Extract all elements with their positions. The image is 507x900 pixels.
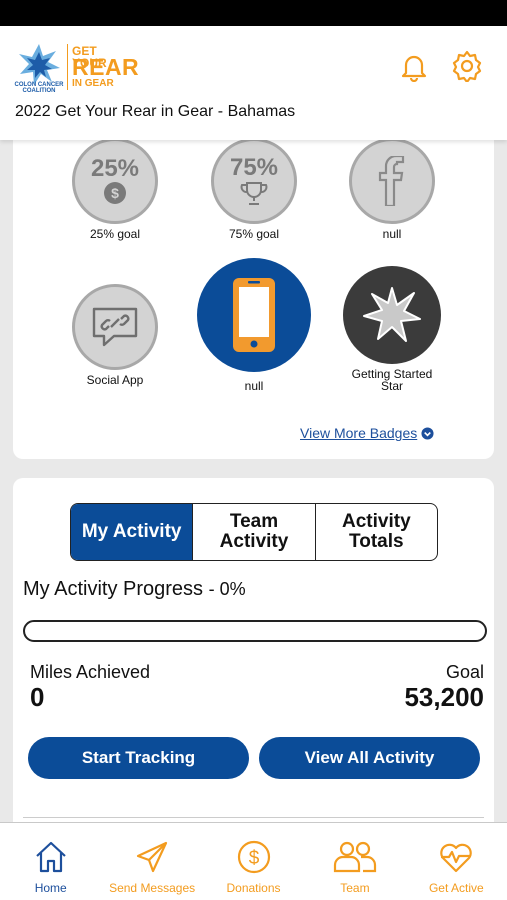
tab-my-activity[interactable]: My Activity: [71, 504, 193, 560]
miles-achieved-label: Miles Achieved: [30, 662, 151, 682]
svg-text:$: $: [248, 848, 259, 869]
badge-facebook[interactable]: null: [332, 138, 452, 240]
heart-pulse-icon: [440, 843, 473, 873]
smartphone-icon: [233, 278, 275, 352]
badge-circle: 25% $: [72, 138, 158, 224]
badge-label: 25% goal: [89, 227, 141, 241]
tab-send-messages[interactable]: Send Messages: [101, 823, 202, 900]
coalition-logo-text: COLON CANCER COALITION: [14, 82, 64, 94]
tab-team-activity[interactable]: Team Activity: [192, 504, 314, 560]
tab-home[interactable]: Home: [0, 823, 101, 900]
tab-team[interactable]: Team: [304, 823, 405, 900]
badge-circle: [197, 258, 311, 372]
svg-text:$: $: [111, 185, 119, 201]
activity-card: My Activity Team Activity Activity Total…: [13, 478, 494, 838]
event-title: 2022 Get Your Rear in Gear - Bahamas: [15, 103, 296, 120]
tab-get-active[interactable]: Get Active: [406, 823, 507, 900]
progress-title: My Activity Progress: [23, 578, 204, 600]
badge-smartphone[interactable]: null: [194, 258, 314, 392]
badge-25-goal[interactable]: 25% $ 25% goal: [55, 138, 175, 240]
app-logo: COLON CANCER COALITION GET YOUR REAR IN …: [14, 42, 139, 94]
paper-plane-icon: [137, 841, 168, 873]
view-all-activity-button[interactable]: View All Activity: [259, 737, 480, 779]
tab-label: Send Messages: [109, 881, 196, 895]
start-tracking-button[interactable]: Start Tracking: [28, 737, 249, 779]
badge-circle: 75%: [211, 138, 297, 224]
badge-text: 75%: [229, 154, 279, 181]
goal-label: Goal: [445, 662, 484, 682]
facebook-icon: [378, 156, 405, 206]
miles-achieved-value: 0: [30, 682, 45, 712]
home-icon: [35, 841, 66, 873]
badge-getting-started[interactable]: Getting Started Star: [332, 266, 452, 392]
logo-line-2: REAR: [72, 54, 140, 80]
view-more-badges-link[interactable]: View More Badges: [300, 425, 434, 441]
badge-social-app[interactable]: Social App: [55, 284, 175, 386]
bell-icon[interactable]: [398, 50, 430, 82]
star-burst-icon: [363, 287, 421, 342]
tab-label: Team: [340, 881, 370, 895]
chevron-down-circle-icon: [421, 426, 434, 440]
divider: [23, 817, 484, 818]
tab-label: Home: [34, 881, 67, 895]
badges-card: 25% $ 25% goal 75% 75% goal null Social …: [13, 118, 494, 459]
logo-divider: [67, 44, 68, 90]
badge-label: Getting Started Star: [351, 367, 433, 393]
trophy-icon: [240, 182, 268, 205]
chat-link-icon: [92, 307, 138, 347]
tab-label: Donations: [226, 881, 281, 895]
tab-label: Get Active: [428, 881, 484, 895]
badge-label: 75% goal: [228, 227, 280, 241]
badge-label: Social App: [86, 373, 144, 387]
badge-text: 25%: [90, 155, 140, 182]
bottom-tab-bar: Home Send Messages $ Donations Team Get …: [0, 822, 507, 900]
team-icon: [333, 841, 377, 873]
badge-label: null: [382, 227, 402, 241]
tab-donations[interactable]: $ Donations: [203, 823, 304, 900]
view-more-badges-label: View More Badges: [300, 425, 418, 441]
badge-circle: [343, 266, 441, 364]
badge-circle: [349, 138, 435, 224]
badge-label: null: [244, 379, 264, 393]
goal-value: 53,200: [404, 682, 484, 712]
gear-icon[interactable]: [451, 50, 483, 82]
dollar-icon: $: [237, 840, 270, 874]
activity-tabs: My Activity Team Activity Activity Total…: [70, 503, 438, 561]
dollar-coin-icon: $: [104, 182, 126, 204]
progress-percent: - 0%: [208, 579, 246, 599]
status-bar: [0, 0, 507, 26]
app-header: COLON CANCER COALITION GET YOUR REAR IN …: [0, 26, 507, 140]
logo-line-3: IN GEAR: [72, 78, 114, 89]
badge-circle: [72, 284, 158, 370]
progress-heading: My Activity Progress - 0%: [23, 578, 246, 601]
tab-activity-totals[interactable]: Activity Totals: [314, 504, 437, 560]
progress-bar: [23, 620, 487, 642]
badge-75-goal[interactable]: 75% 75% goal: [194, 138, 314, 240]
